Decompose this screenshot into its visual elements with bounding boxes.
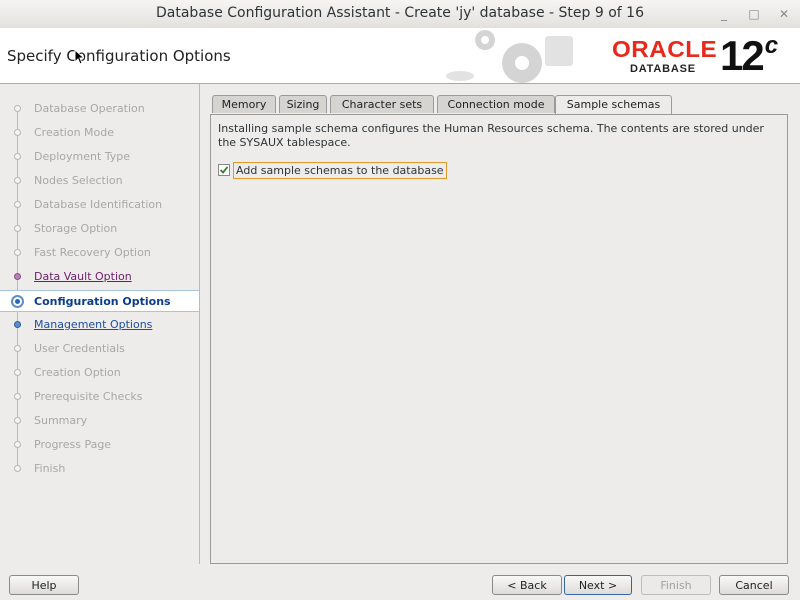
checkmark-icon <box>219 166 229 174</box>
nav-step-label: Storage Option <box>34 222 118 235</box>
tab-label: Character sets <box>341 98 423 111</box>
step-indicator-icon <box>14 201 21 208</box>
step-indicator-icon <box>14 465 21 472</box>
tab-sample-schemas[interactable]: Sample schemas <box>555 95 672 115</box>
nav-step-management-options[interactable]: Management Options <box>0 314 199 336</box>
nav-divider <box>199 84 200 564</box>
step-indicator-icon <box>14 153 21 160</box>
help-button-label: Help <box>31 579 57 592</box>
cancel-button-label: Cancel <box>735 579 773 592</box>
sample-schemas-checkbox[interactable] <box>218 164 230 176</box>
nav-step-nodes-selection: Nodes Selection <box>0 170 199 192</box>
nav-step-label: Nodes Selection <box>34 174 123 187</box>
nav-step-user-credentials: User Credentials <box>0 338 199 360</box>
nav-step-finish: Finish <box>0 458 199 480</box>
window-title: Database Configuration Assistant - Creat… <box>156 5 644 21</box>
tab-sizing[interactable]: Sizing <box>279 95 327 113</box>
nav-step-label: Database Operation <box>34 102 145 115</box>
step-indicator-icon <box>14 105 21 112</box>
nav-step-label: Creation Mode <box>34 126 115 139</box>
nav-step-progress-page: Progress Page <box>0 434 199 456</box>
nav-step-label: Prerequisite Checks <box>34 390 143 403</box>
finish-button-label: Finish <box>660 579 692 592</box>
nav-step-label: Database Identification <box>34 198 163 211</box>
tab-label: Memory <box>221 98 267 111</box>
oracle-logo: ORACLE <box>612 36 718 62</box>
minimize-icon[interactable]: _ <box>714 5 734 23</box>
database-wordmark: DATABASE <box>630 63 696 75</box>
nav-step-label: User Credentials <box>34 342 125 355</box>
nav-step-database-identification: Database Identification <box>0 194 199 216</box>
step-indicator-icon <box>14 321 21 328</box>
nav-step-summary: Summary <box>0 410 199 432</box>
next-button[interactable]: Next > <box>564 575 632 595</box>
nav-step-storage-option: Storage Option <box>0 218 199 240</box>
sample-schemas-checkbox-label[interactable]: Add sample schemas to the database <box>233 162 447 179</box>
step-indicator-icon <box>14 177 21 184</box>
tab-character-sets[interactable]: Character sets <box>330 95 434 113</box>
step-indicator-icon <box>14 441 21 448</box>
back-button[interactable]: < Back <box>492 575 562 595</box>
back-button-label: < Back <box>507 579 547 592</box>
step-indicator-icon <box>14 273 21 280</box>
version-logo: 12c <box>720 32 778 80</box>
page-header: Specify Configuration Options ORACLE DAT… <box>0 28 800 84</box>
nav-step-label: Progress Page <box>34 438 112 451</box>
step-indicator-icon <box>14 345 21 352</box>
tab-connection-mode[interactable]: Connection mode <box>437 95 555 113</box>
step-navigation: Database Operation Creation Mode Deploymen… <box>0 84 199 564</box>
step-indicator-icon <box>14 417 21 424</box>
step-indicator-icon <box>14 225 21 232</box>
nav-step-creation-mode: Creation Mode <box>0 122 199 144</box>
nav-step-label: Configuration Options <box>34 295 171 308</box>
step-indicator-icon <box>11 295 24 308</box>
nav-step-label: Finish <box>34 462 66 475</box>
tab-label: Sample schemas <box>566 98 661 111</box>
version-suffix: c <box>764 32 779 59</box>
version-number: 12 <box>720 32 765 79</box>
mouse-cursor-icon <box>74 49 84 65</box>
nav-step-creation-option: Creation Option <box>0 362 199 384</box>
step-indicator-icon <box>14 129 21 136</box>
step-indicator-icon <box>14 369 21 376</box>
step-indicator-icon <box>14 249 21 256</box>
nav-step-configuration-options[interactable]: Configuration Options <box>0 290 199 312</box>
nav-step-label: Data Vault Option <box>34 270 132 283</box>
gears-decoration-icon <box>446 30 573 83</box>
nav-step-label: Summary <box>34 414 88 427</box>
nav-step-label: Fast Recovery Option <box>34 246 151 259</box>
step-indicator-icon <box>14 393 21 400</box>
nav-step-prerequisite-checks: Prerequisite Checks <box>0 386 199 408</box>
maximize-icon[interactable]: □ <box>744 5 764 23</box>
close-icon[interactable]: ✕ <box>774 5 794 23</box>
nav-step-fast-recovery-option: Fast Recovery Option <box>0 242 199 264</box>
page-title: Specify Configuration Options <box>7 47 231 65</box>
nav-step-deployment-type: Deployment Type <box>0 146 199 168</box>
nav-step-label: Management Options <box>34 318 153 331</box>
nav-step-data-vault-option[interactable]: Data Vault Option <box>0 266 199 288</box>
nav-step-label: Deployment Type <box>34 150 131 163</box>
finish-button: Finish <box>641 575 711 595</box>
sample-schema-description: Installing sample schema configures the … <box>218 122 764 149</box>
nav-step-label: Creation Option <box>34 366 121 379</box>
help-button[interactable]: Help <box>9 575 79 595</box>
title-bar: Database Configuration Assistant - Creat… <box>0 0 800 29</box>
tab-memory[interactable]: Memory <box>212 95 276 113</box>
cancel-button[interactable]: Cancel <box>719 575 789 595</box>
nav-step-database-operation: Database Operation <box>0 98 199 120</box>
tab-label: Connection mode <box>447 98 545 111</box>
sample-schemas-panel: Installing sample schema configures the … <box>210 114 788 564</box>
next-button-label: Next > <box>578 579 618 592</box>
tab-label: Sizing <box>286 98 320 111</box>
